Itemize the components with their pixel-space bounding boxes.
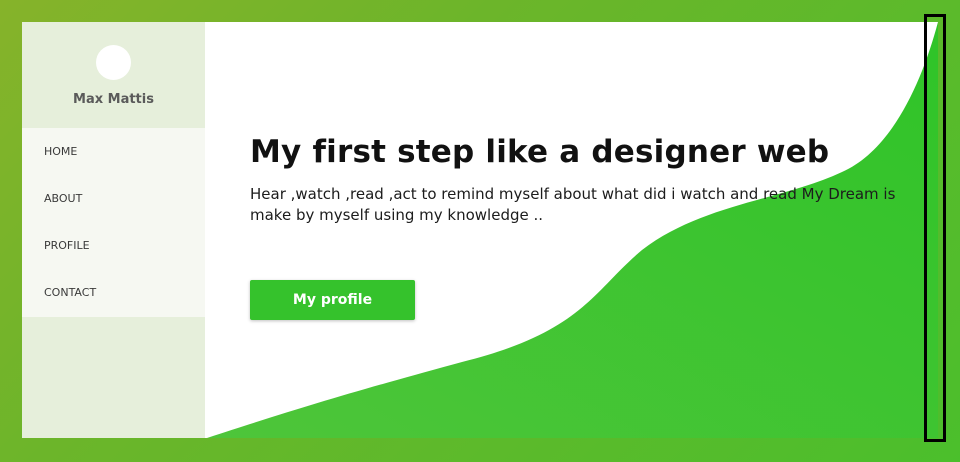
- hero-description: Hear ,watch ,read ,act to remind myself …: [250, 185, 896, 224]
- sidebar-nav: HOME ABOUT PROFILE CONTACT: [22, 128, 205, 317]
- sidebar: Max Mattis HOME ABOUT PROFILE CONTACT: [22, 22, 205, 438]
- profile-header: Max Mattis: [22, 22, 205, 128]
- avatar-placeholder: [96, 45, 131, 80]
- scrollbar[interactable]: [924, 14, 946, 442]
- main-card: Max Mattis HOME ABOUT PROFILE CONTACT My…: [22, 22, 938, 438]
- hero-content: My first step like a designer web Hear ,…: [250, 134, 900, 226]
- hero-title: My first step like a designer web: [250, 134, 830, 170]
- nav-item-home[interactable]: HOME: [22, 128, 205, 175]
- nav-item-about[interactable]: ABOUT: [22, 175, 205, 222]
- my-profile-button[interactable]: My profile: [250, 280, 415, 320]
- nav-item-profile[interactable]: PROFILE: [22, 222, 205, 269]
- user-name: Max Mattis: [73, 92, 154, 107]
- nav-item-contact[interactable]: CONTACT: [22, 269, 205, 316]
